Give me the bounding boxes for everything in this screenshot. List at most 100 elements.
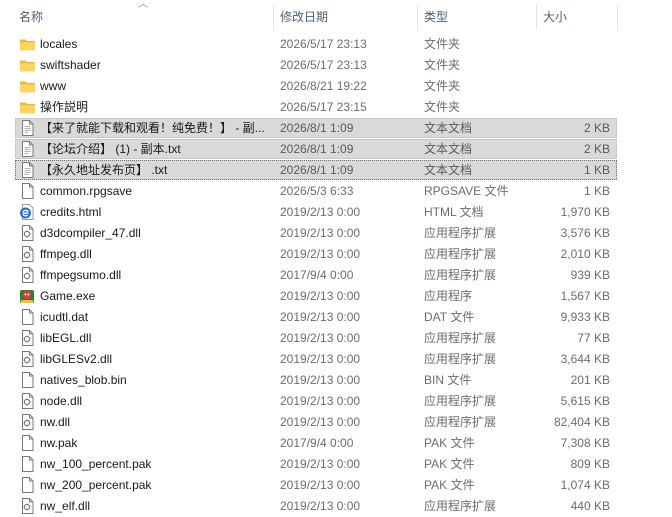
file-size: 9,933 KB [560, 310, 610, 324]
file-type: 文本文档 [424, 121, 473, 135]
file-icon [19, 183, 36, 199]
file-name: nw_100_percent.pak [40, 457, 152, 471]
file-modified-date: 2026/5/3 6:33 [280, 184, 354, 198]
file-row[interactable]: d3dcompiler_47.dll 2019/2/13 0:00 应用程序扩展 3,… [0, 223, 672, 244]
file-row[interactable]: nw_200_percent.pak 2019/2/13 0:00 PAK 文件 1,… [0, 475, 672, 496]
file-row[interactable]: nw.dll 2019/2/13 0:00 应用程序扩展 82,404 KB [0, 412, 672, 433]
file-name: d3dcompiler_47.dll [40, 226, 141, 240]
file-size [540, 76, 610, 97]
game-exe-icon [19, 288, 36, 304]
file-type: 文件夹 [424, 37, 461, 51]
file-name: common.rpgsave [40, 184, 133, 198]
file-type: RPGSAVE 文件 [424, 184, 509, 198]
file-size: 201 KB [570, 373, 610, 387]
file-name: 【来了就能下载和观看！纯免费！】 - 副... [40, 121, 265, 135]
file-row[interactable]: node.dll 2019/2/13 0:00 应用程序扩展 5,615 KB [0, 391, 672, 412]
folder-icon [19, 36, 36, 52]
file-type: 应用程序扩展 [424, 226, 497, 240]
file-modified-date: 2019/2/13 0:00 [280, 331, 361, 345]
dll-icon [19, 393, 36, 409]
file-size: 1 KB [583, 163, 610, 177]
file-row[interactable]: ffmpegsumo.dll 2017/9/4 0:00 应用程序扩展 939 KB [0, 265, 672, 286]
file-row[interactable]: credits.html 2019/2/13 0:00 HTML 文档 1,970 K… [0, 202, 672, 223]
file-size [540, 55, 610, 76]
dll-icon [19, 414, 36, 430]
file-size: 77 KB [577, 331, 610, 345]
file-type: HTML 文档 [424, 205, 484, 219]
file-name: 操作説明 [40, 100, 89, 114]
file-size: 809 KB [570, 457, 610, 471]
file-row[interactable]: 操作説明 2026/5/17 23:15 文件夹 [0, 97, 672, 118]
file-size: 3,644 KB [560, 352, 610, 366]
file-name: nw.pak [40, 436, 78, 450]
column-header-name[interactable]: 名称 [19, 0, 43, 34]
file-row[interactable]: common.rpgsave 2026/5/3 6:33 RPGSAVE 文件 1 K… [0, 181, 672, 202]
file-size: 1 KB [583, 184, 610, 198]
file-size [540, 97, 610, 118]
file-row[interactable]: ffmpeg.dll 2019/2/13 0:00 应用程序扩展 2,010 KB [0, 244, 672, 265]
file-row[interactable]: www 2026/8/21 19:22 文件夹 [0, 76, 672, 97]
file-row[interactable]: 【论坛介绍】 (1) - 副本.txt 2026/8/1 1:09 文本文档 2 KB [0, 139, 672, 160]
file-row[interactable]: nw_100_percent.pak 2019/2/13 0:00 PAK 文件 80… [0, 454, 672, 475]
file-row[interactable]: swiftshader 2026/5/17 23:13 文件夹 [0, 55, 672, 76]
dll-icon [19, 246, 36, 262]
file-modified-date: 2019/2/13 0:00 [280, 310, 361, 324]
file-name: ffmpeg.dll [40, 247, 92, 261]
file-size: 2 KB [583, 142, 610, 156]
file-type: PAK 文件 [424, 478, 475, 492]
file-row[interactable]: libGLESv2.dll 2019/2/13 0:00 应用程序扩展 3,644 K… [0, 349, 672, 370]
column-header-type[interactable]: 类型 [424, 0, 448, 34]
column-divider[interactable] [536, 4, 537, 30]
dll-icon [19, 267, 36, 283]
column-divider[interactable] [417, 4, 418, 30]
column-header-bar: 名称 ︿ 修改日期 类型 大小 [0, 0, 672, 34]
file-name: ffmpegsumo.dll [40, 268, 122, 282]
file-name: node.dll [40, 394, 83, 408]
file-type: 应用程序扩展 [424, 331, 497, 345]
column-divider[interactable] [273, 4, 274, 30]
file-icon [19, 477, 36, 493]
file-row[interactable]: natives_blob.bin 2019/2/13 0:00 BIN 文件 201 … [0, 370, 672, 391]
file-name: swiftshader [40, 58, 101, 72]
text-document-icon [19, 120, 36, 136]
file-modified-date: 2019/2/13 0:00 [280, 352, 361, 366]
column-divider[interactable] [617, 4, 618, 30]
file-size: 1,567 KB [560, 289, 610, 303]
file-icon [19, 309, 36, 325]
file-modified-date: 2026/8/1 1:09 [280, 142, 354, 156]
file-row[interactable]: 【来了就能下载和观看！纯免费！】 - 副... 2026/8/1 1:09 文本文档… [0, 118, 672, 139]
file-size: 1,074 KB [560, 478, 610, 492]
file-size: 1,970 KB [560, 205, 610, 219]
file-modified-date: 2026/8/1 1:09 [280, 163, 354, 177]
file-modified-date: 2017/9/4 0:00 [280, 268, 354, 282]
column-header-date[interactable]: 修改日期 [280, 0, 328, 34]
file-modified-date: 2026/8/21 19:22 [280, 79, 367, 93]
file-modified-date: 2019/2/13 0:00 [280, 226, 361, 240]
file-type: BIN 文件 [424, 373, 472, 387]
file-size: 2 KB [583, 121, 610, 135]
file-modified-date: 2019/2/13 0:00 [280, 373, 361, 387]
file-modified-date: 2026/5/17 23:13 [280, 58, 367, 72]
file-row[interactable]: nw.pak 2017/9/4 0:00 PAK 文件 7,308 KB [0, 433, 672, 454]
file-modified-date: 2026/5/17 23:13 [280, 37, 367, 51]
file-type: PAK 文件 [424, 457, 475, 471]
folder-icon [19, 78, 36, 94]
file-modified-date: 2019/2/13 0:00 [280, 289, 361, 303]
file-row[interactable]: icudtl.dat 2019/2/13 0:00 DAT 文件 9,933 KB [0, 307, 672, 328]
file-type: PAK 文件 [424, 436, 475, 450]
file-row[interactable]: Game.exe 2019/2/13 0:00 应用程序 1,567 KB [0, 286, 672, 307]
file-row[interactable]: 【永久地址发布页】 .txt 2026/8/1 1:09 文本文档 1 KB [0, 160, 672, 181]
file-name: libEGL.dll [40, 331, 92, 345]
column-header-size[interactable]: 大小 [543, 0, 567, 34]
file-icon [19, 456, 36, 472]
file-type: 应用程序 [424, 289, 473, 303]
file-size: 5,615 KB [560, 394, 610, 408]
sort-up-chevron-icon: ︿ [138, 0, 148, 10]
file-modified-date: 2017/9/4 0:00 [280, 436, 354, 450]
dll-icon [19, 498, 36, 514]
file-type: 应用程序扩展 [424, 247, 497, 261]
file-row[interactable]: locales 2026/5/17 23:13 文件夹 [0, 34, 672, 55]
file-name: 【论坛介绍】 (1) - 副本.txt [40, 142, 181, 156]
file-modified-date: 2019/2/13 0:00 [280, 394, 361, 408]
file-row[interactable]: libEGL.dll 2019/2/13 0:00 应用程序扩展 77 KB [0, 328, 672, 349]
